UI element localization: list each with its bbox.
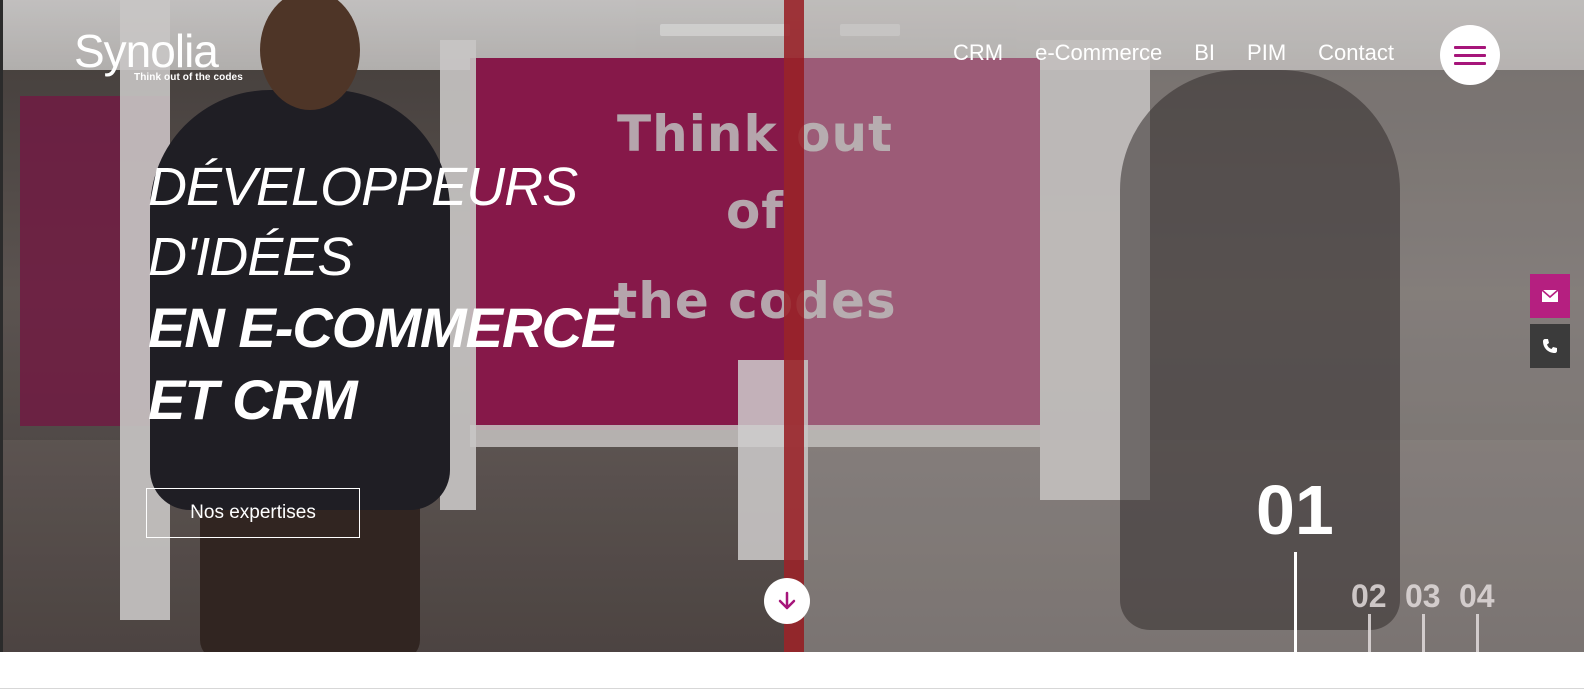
headline-line: D'IDÉES (148, 227, 353, 287)
slide-indicator-line (1368, 614, 1371, 652)
nav-item-bi[interactable]: BI (1194, 40, 1215, 66)
menu-button[interactable] (1440, 25, 1500, 85)
nos-expertises-button[interactable]: Nos expertises (146, 488, 360, 538)
slide-number-02[interactable]: 02 (1351, 578, 1387, 615)
logo-tagline: Think out of the codes (134, 72, 243, 83)
main-nav: CRM e-Commerce BI PIM Contact (953, 40, 1394, 66)
hamburger-icon (1454, 61, 1486, 65)
divider (0, 688, 1584, 689)
headline-line: ET CRM (148, 368, 358, 431)
slide-indicator-line (1476, 614, 1479, 652)
arrow-down-icon (778, 591, 796, 610)
window-edge (0, 0, 3, 700)
page-content-start (0, 652, 1584, 700)
slide-indicator-line (1294, 552, 1297, 652)
hamburger-icon (1454, 45, 1486, 49)
nav-item-crm[interactable]: CRM (953, 40, 1003, 66)
slide-indicator-line (1422, 614, 1425, 652)
headline-line: DÉVELOPPEURS (148, 157, 578, 217)
hamburger-icon (1454, 53, 1486, 57)
slide-current-number: 01 (1256, 471, 1334, 549)
slide-number-03[interactable]: 03 (1405, 578, 1441, 615)
phone-contact-tab[interactable] (1530, 324, 1570, 368)
envelope-icon (1541, 289, 1559, 302)
nav-item-pim[interactable]: PIM (1247, 40, 1286, 66)
phone-icon (1543, 339, 1557, 353)
logo-name: Synolia (74, 25, 219, 77)
email-contact-tab[interactable] (1530, 274, 1570, 318)
nav-item-contact[interactable]: Contact (1318, 40, 1394, 66)
slide-number-04[interactable]: 04 (1459, 578, 1495, 615)
logo[interactable]: Synolia Think out of the codes (74, 28, 243, 83)
nav-item-ecommerce[interactable]: e-Commerce (1035, 40, 1162, 66)
scroll-down-button[interactable] (764, 578, 810, 624)
headline-line: EN E-COMMERCE (148, 296, 618, 359)
hero-headline: DÉVELOPPEURS D'IDÉES EN E-COMMERCE ET CR… (148, 152, 618, 436)
